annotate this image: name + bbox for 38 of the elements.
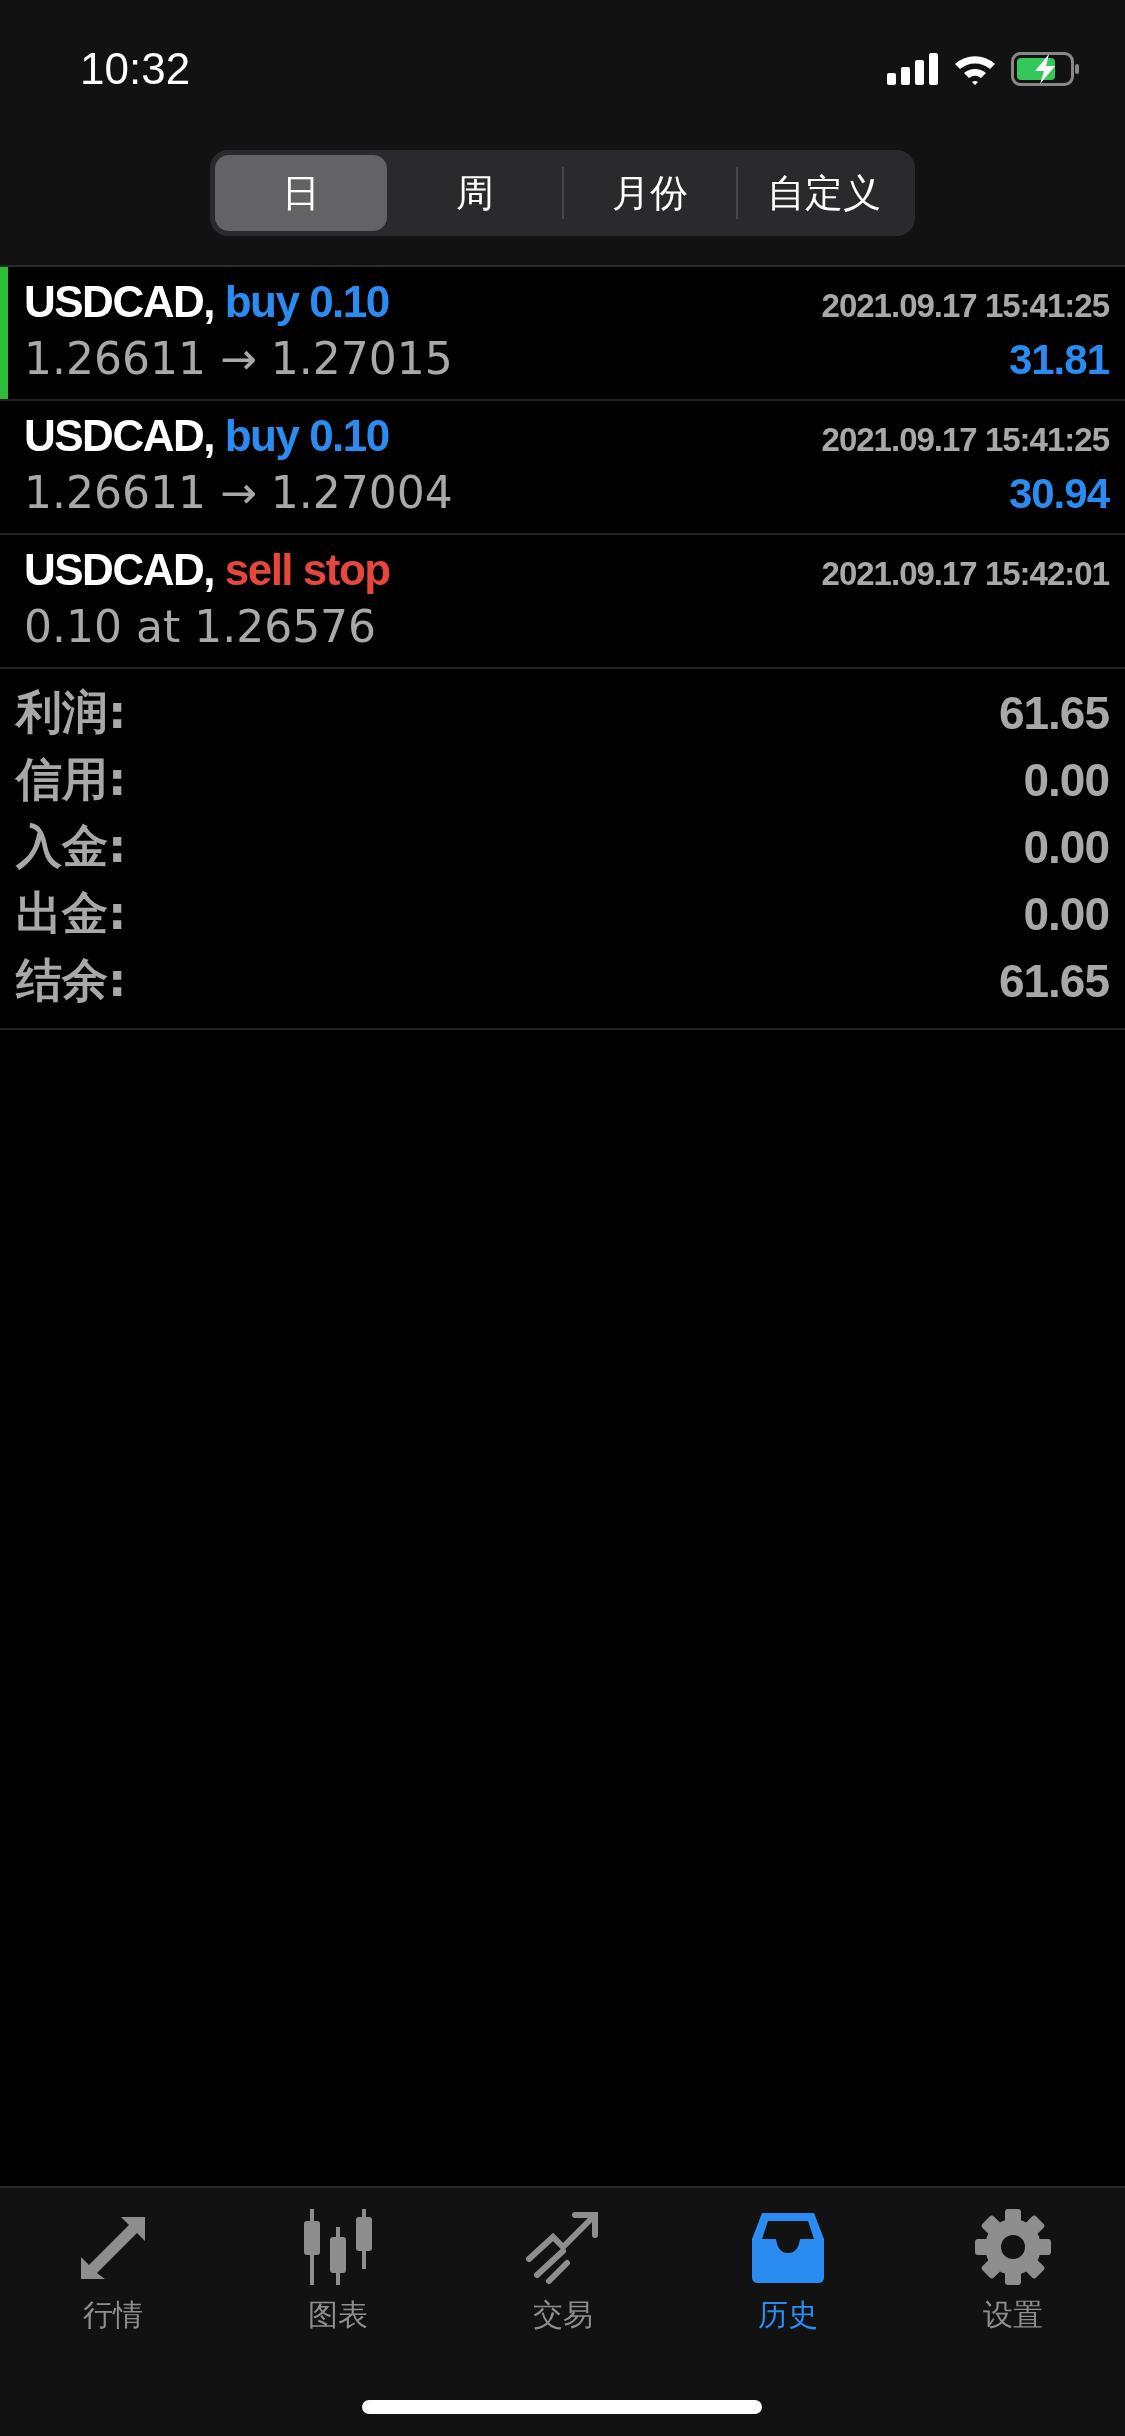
trade-title: USDCAD, sell stop — [24, 545, 390, 595]
tab-bar-item[interactable]: 行情 — [0, 2206, 225, 2337]
trade-prices: 1.26611 → 1.27004 — [24, 467, 453, 518]
summary-label: 利润: — [16, 683, 127, 741]
settings-icon — [972, 2207, 1053, 2287]
summary-value: 0.00 — [1023, 819, 1109, 874]
trade-time: 2021.09.17 15:41:25 — [821, 287, 1109, 325]
tab-bar-item[interactable]: 交易 — [450, 2206, 675, 2337]
tab-bar-item[interactable]: 图表 — [225, 2206, 450, 2337]
summary-value: 0.00 — [1023, 886, 1109, 941]
trade-prices: 1.26611 → 1.27015 — [24, 333, 453, 384]
summary-value: 0.00 — [1023, 752, 1109, 807]
period-segment[interactable]: 日 — [215, 155, 388, 231]
trade-title: USDCAD, buy 0.10 — [24, 411, 389, 461]
trade-row[interactable]: USDCAD, buy 0.10 2021.09.17 15:41:25 1.26611 → 1.27015 31.81 — [0, 267, 1125, 401]
period-segment[interactable]: 周 — [389, 155, 562, 231]
trade-time: 2021.09.17 15:41:25 — [821, 421, 1109, 459]
tab-bar-item[interactable]: 设置 — [900, 2206, 1125, 2337]
status-time: 10:32 — [80, 44, 191, 94]
wifi-icon — [953, 53, 997, 85]
summary-label: 信用: — [16, 750, 127, 808]
period-segment[interactable]: 自定义 — [737, 155, 910, 231]
battery-charging-icon — [1011, 52, 1081, 86]
summary-label: 出金: — [16, 884, 127, 942]
trade-profit: 31.81 — [1008, 336, 1109, 384]
trade-profit: 30.94 — [1008, 470, 1109, 518]
trade-row[interactable]: USDCAD, sell stop 2021.09.17 15:42:01 0.10 at 1.26576 — [0, 535, 1125, 669]
trade-title: USDCAD, buy 0.10 — [24, 277, 389, 327]
trade-row[interactable]: USDCAD, buy 0.10 2021.09.17 15:41:25 1.26611 → 1.27004 30.94 — [0, 401, 1125, 535]
summary-label: 结余: — [16, 951, 127, 1009]
period-segment[interactable]: 月份 — [563, 155, 736, 231]
summary-value: 61.65 — [998, 953, 1109, 1008]
summary-value: 61.65 — [998, 685, 1109, 740]
summary-label: 入金: — [16, 817, 127, 875]
tab-bar-item[interactable]: 历史 — [675, 2206, 900, 2337]
trade-prices: 0.10 at 1.26576 — [24, 601, 377, 652]
trade-time: 2021.09.17 15:42:01 — [821, 555, 1109, 593]
signal-icon — [887, 53, 939, 85]
